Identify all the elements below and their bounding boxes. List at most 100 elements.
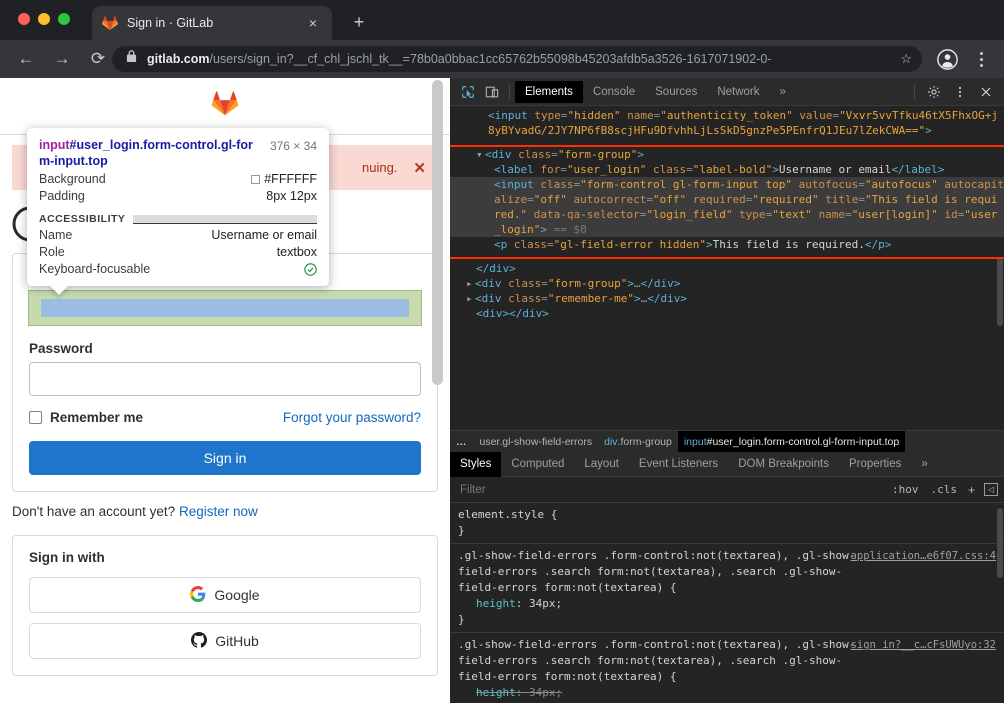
styles-pane[interactable]: element.style { } application…e6f07.css:… xyxy=(450,503,1004,703)
style-rule-2[interactable]: sign in?__c…cFsUWUyo:32 .gl-show-field-e… xyxy=(450,633,1004,703)
style-rule-1[interactable]: application…e6f07.css:4 .gl-show-field-e… xyxy=(450,544,1004,633)
chrome-menu-icon[interactable] xyxy=(972,48,990,70)
inspector-tooltip-header: input#user_login.form-control.gl-form-in… xyxy=(39,137,317,169)
device-toolbar-icon[interactable] xyxy=(480,81,504,103)
styles-scrollbar[interactable] xyxy=(997,508,1003,578)
style-rule-close-1: } xyxy=(458,612,996,628)
inspector-padding-value: 8px 12px xyxy=(266,189,317,203)
window-controls xyxy=(18,13,70,25)
a11y-name-value: Username or email xyxy=(211,228,317,242)
sign-in-button[interactable]: Sign in xyxy=(29,441,421,475)
url-path: /users/sign_in?__cf_chl_jschl_tk__=78b0a… xyxy=(210,52,772,66)
register-prefix: Don't have an account yet? xyxy=(12,504,175,519)
subtab-event-listeners[interactable]: Event Listeners xyxy=(629,452,728,477)
bookmark-star-icon[interactable]: ☆ xyxy=(900,51,912,67)
style-prop-value-2-0: 34px; xyxy=(529,686,562,699)
browser-tab[interactable]: Sign in · GitLab × xyxy=(92,6,332,40)
page-scrollbar[interactable] xyxy=(432,80,443,385)
inspector-tooltip: input#user_login.form-control.gl-form-in… xyxy=(27,128,329,286)
login-input-highlight[interactable] xyxy=(29,291,421,325)
dom-line-empty-div[interactable]: <div></div> xyxy=(450,306,1004,321)
new-tab-button[interactable]: + xyxy=(348,12,370,34)
close-window-button[interactable] xyxy=(18,13,30,25)
dom-line-form-group-2[interactable]: ▸<div class="form-group">…</div> xyxy=(450,276,1004,291)
gear-icon[interactable] xyxy=(922,81,946,103)
devtools-more-icon[interactable] xyxy=(948,81,972,103)
subtab-computed[interactable]: Computed xyxy=(501,452,574,477)
breadcrumb-overflow[interactable]: … xyxy=(450,431,474,453)
dom-tree-tail[interactable]: </div> ▸<div class="form-group">…</div> … xyxy=(450,261,1004,321)
dom-line-form-group-close[interactable]: </div> xyxy=(450,261,1004,276)
register-now-link[interactable]: Register now xyxy=(179,504,258,519)
signin-form-card: Username or email Password Remember me F… xyxy=(12,253,438,492)
inspect-element-icon[interactable] xyxy=(456,81,480,103)
tab-sources[interactable]: Sources xyxy=(645,81,707,103)
subtab-layout[interactable]: Layout xyxy=(574,452,629,477)
back-button[interactable]: ← xyxy=(12,45,40,73)
style-rule-element-style[interactable]: element.style { } xyxy=(450,503,1004,544)
dom-line-form-group-open[interactable]: ▾<div class="form-group"> xyxy=(450,147,1004,162)
breadcrumb-item-selected[interactable]: input#user_login.form-control.gl-form-in… xyxy=(678,431,905,453)
dom-line-error-p[interactable]: <p class="gl-field-error hidden">This fi… xyxy=(450,237,1004,252)
styles-filter-input[interactable]: Filter xyxy=(456,484,886,496)
maximize-window-button[interactable] xyxy=(58,13,70,25)
new-style-rule-button[interactable]: + xyxy=(963,483,980,497)
subtab-properties[interactable]: Properties xyxy=(839,452,911,477)
tab-console[interactable]: Console xyxy=(583,81,645,103)
inspector-background-value: #FFFFFF xyxy=(264,172,317,186)
color-swatch-icon xyxy=(251,175,260,184)
style-prop-2-0[interactable]: height: 34px; xyxy=(458,685,996,701)
toolbar-divider xyxy=(509,84,510,100)
dom-line-hidden-input[interactable]: <input type="hidden" name="authenticity_… xyxy=(450,108,1004,138)
dom-tree[interactable]: <input type="hidden" name="authenticity_… xyxy=(450,106,1004,378)
style-origin-1[interactable]: application…e6f07.css:4 xyxy=(851,548,996,564)
browser-toolbar: ← → ⟳ gitlab.com/users/sign_in?__cf_chl_… xyxy=(0,40,1004,78)
google-icon xyxy=(190,586,206,605)
tab-more-panels[interactable]: » xyxy=(770,81,796,103)
computed-sidebar-toggle[interactable]: ◁ xyxy=(984,483,998,496)
password-input[interactable] xyxy=(29,362,421,396)
devtools-close-icon[interactable] xyxy=(974,81,998,103)
dom-line-remember-me[interactable]: ▸<div class="remember-me">…</div> xyxy=(450,291,1004,306)
gitlab-page-header xyxy=(0,78,450,135)
dom-line-input-selected[interactable]: <input class="form-control gl-form-input… xyxy=(450,177,1004,237)
selected-dom-subtree[interactable]: ▾<div class="form-group"> <label for="us… xyxy=(450,147,1004,257)
a11y-focusable-value xyxy=(304,262,317,276)
devtools-panel: Elements Console Sources Network » xyxy=(450,78,1004,703)
tab-title: Sign in · GitLab xyxy=(127,16,304,30)
remember-me-checkbox-group[interactable]: Remember me xyxy=(29,410,143,425)
reload-button[interactable]: ⟳ xyxy=(84,45,112,73)
google-signin-button[interactable]: Google xyxy=(29,577,421,613)
style-origin-2[interactable]: sign in?__c…cFsUWUyo:32 xyxy=(851,637,996,653)
styles-filter-bar: Filter :hov .cls + ◁ xyxy=(450,477,1004,503)
alert-dismiss-icon[interactable]: ✕ xyxy=(413,159,426,177)
tab-elements[interactable]: Elements xyxy=(515,81,583,103)
style-rule-close-0: } xyxy=(458,523,996,539)
address-bar[interactable]: gitlab.com/users/sign_in?__cf_chl_jschl_… xyxy=(112,46,922,72)
style-prop-1-0[interactable]: height: 34px; xyxy=(458,596,996,612)
oauth-title: Sign in with xyxy=(29,550,421,565)
forgot-password-link[interactable]: Forgot your password? xyxy=(283,410,421,425)
inspector-selector-rest: #user_login.form-control.gl-form-input.t… xyxy=(39,138,253,168)
tab-close-icon[interactable]: × xyxy=(304,14,322,32)
minimize-window-button[interactable] xyxy=(38,13,50,25)
breadcrumb-item-user[interactable]: user.gl-show-field-errors xyxy=(474,431,599,453)
subtab-dom-breakpoints[interactable]: DOM Breakpoints xyxy=(728,452,839,477)
avatar-icon[interactable] xyxy=(937,49,958,70)
tab-network[interactable]: Network xyxy=(707,81,769,103)
oauth-card: Sign in with Google xyxy=(12,535,438,676)
remember-me-checkbox[interactable] xyxy=(29,411,42,424)
inspector-accessibility-heading: ACCESSIBILITY xyxy=(39,213,317,225)
gitlab-logo-icon xyxy=(211,90,239,122)
dom-line-label[interactable]: <label for="user_login" class="label-bol… xyxy=(450,162,1004,177)
forward-button[interactable]: → xyxy=(48,45,76,73)
style-prop-name-1-0: height xyxy=(476,597,516,610)
subtab-more[interactable]: » xyxy=(911,452,937,477)
browser-window: Sign in · GitLab × + ← → ⟳ gitlab.com/us… xyxy=(0,0,1004,703)
cls-toggle-button[interactable]: .cls xyxy=(924,483,963,496)
style-rule-selector-0: element.style { xyxy=(458,507,996,523)
hov-toggle-button[interactable]: :hov xyxy=(886,483,925,496)
subtab-styles[interactable]: Styles xyxy=(450,452,501,477)
github-signin-button[interactable]: GitHub xyxy=(29,623,421,659)
breadcrumb-item-form-group[interactable]: div.form-group xyxy=(598,431,678,453)
